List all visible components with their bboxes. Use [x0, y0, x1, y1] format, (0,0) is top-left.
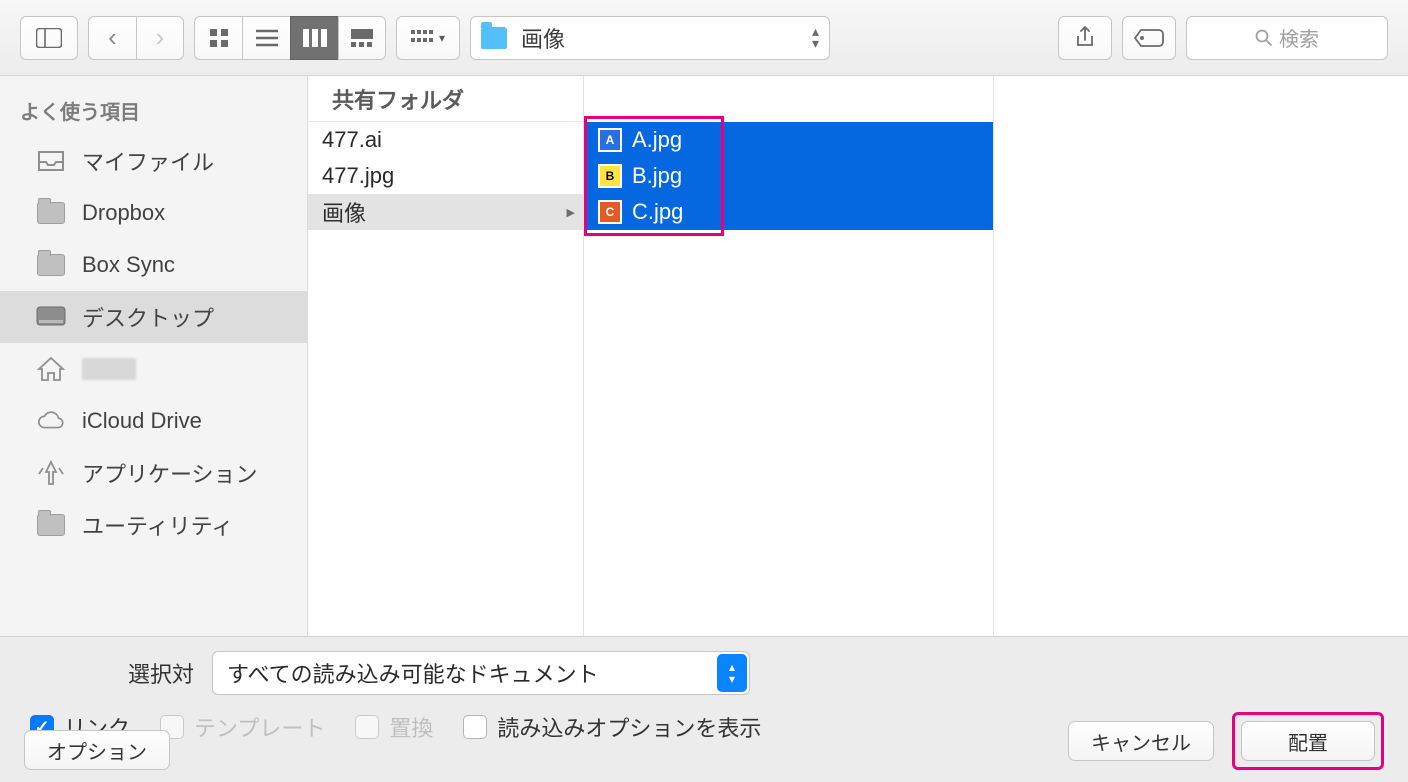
place-button[interactable]: 配置 [1241, 721, 1375, 761]
cancel-button[interactable]: キャンセル [1068, 721, 1214, 761]
sidebar-item-desktop[interactable]: デスクトップ [0, 291, 307, 343]
chevron-right-icon: › [156, 22, 165, 53]
bottom-panel: 選択対 すべての読み込み可能なドキュメント ▴▾ リンク テンプレート 置換 読… [0, 636, 1408, 782]
path-chevrons-icon: ▴▾ [812, 26, 819, 48]
image-thumb-icon: B [598, 164, 622, 188]
gallery-icon [351, 29, 373, 47]
sidebar-item-boxsync[interactable]: Box Sync [0, 239, 307, 291]
file-name: B.jpg [632, 163, 682, 189]
column-header: 共有フォルダ [308, 76, 583, 122]
sidebar-item-label: Dropbox [82, 200, 165, 226]
gallery-view-button[interactable] [338, 16, 386, 60]
chevron-left-icon: ‹ [108, 22, 117, 53]
list-icon [256, 29, 278, 47]
arrange-button[interactable]: ▾ [396, 16, 460, 60]
options-button-label: オプション [47, 736, 147, 765]
list-item[interactable]: 477.ai [308, 122, 583, 158]
cancel-button-label: キャンセル [1091, 727, 1191, 756]
sidebar-item-icloud[interactable]: iCloud Drive [0, 395, 307, 447]
file-name: C.jpg [632, 199, 683, 225]
select-value: すべての読み込み可能なドキュメント [227, 657, 599, 689]
sidebar-item-label: iCloud Drive [82, 408, 202, 434]
replace-checkbox [355, 715, 379, 739]
desktop-icon [36, 304, 66, 330]
file-type-select[interactable]: すべての読み込み可能なドキュメント ▴▾ [212, 651, 750, 695]
select-stepper-icon: ▴▾ [717, 654, 747, 692]
list-item[interactable]: C C.jpg [584, 194, 993, 230]
tag-icon [1134, 28, 1164, 48]
nav-group: ‹ › [88, 16, 184, 60]
column-header-empty [584, 76, 993, 122]
column-1: 共有フォルダ 477.ai 477.jpg 画像 [308, 76, 584, 636]
sidebar-item-label: ユーティリティ [82, 509, 233, 541]
list-item[interactable]: 477.jpg [308, 158, 583, 194]
filter-label: 選択対 [24, 657, 194, 689]
folder-icon [36, 200, 66, 226]
file-name: A.jpg [632, 127, 682, 153]
arrange-icon [411, 30, 435, 46]
path-bar[interactable]: 画像 ▴▾ [470, 16, 830, 60]
cloud-icon [36, 408, 66, 434]
sidebar-toggle-button[interactable] [20, 16, 78, 60]
sidebar-item-label: Box Sync [82, 252, 175, 278]
options-button[interactable]: オプション [24, 730, 170, 770]
sidebar-item-label: アプリケーション [82, 457, 258, 489]
image-thumb-icon: C [598, 200, 622, 224]
list-item[interactable]: A A.jpg [584, 122, 993, 158]
search-placeholder: 検索 [1279, 23, 1319, 52]
sidebar-item-label: デスクトップ [82, 301, 214, 333]
list-item-folder[interactable]: 画像 [308, 194, 583, 230]
share-icon [1075, 26, 1095, 50]
forward-button[interactable]: › [136, 16, 184, 60]
sidebar-item-myfiles[interactable]: マイファイル [0, 135, 307, 187]
file-name: 477.jpg [322, 163, 394, 189]
tray-icon [36, 148, 66, 174]
replace-checkbox-label: 置換 [389, 711, 433, 743]
sidebar-item-label: マイファイル [82, 145, 214, 177]
sidebar-section-label: よく使う項目 [0, 92, 307, 135]
column-2: A A.jpg B B.jpg C C.jpg [584, 76, 994, 636]
annotation-highlight-box: 配置 [1232, 712, 1384, 770]
list-item[interactable]: B B.jpg [584, 158, 993, 194]
chevron-down-icon: ▾ [439, 31, 445, 45]
sidebar-item-utilities[interactable]: ユーティリティ [0, 499, 307, 551]
show-import-options-checkbox[interactable] [463, 715, 487, 739]
search-field[interactable]: 検索 [1186, 16, 1388, 60]
path-label: 画像 [521, 22, 565, 54]
share-button[interactable] [1058, 16, 1112, 60]
folder-icon [36, 252, 66, 278]
list-view-button[interactable] [242, 16, 290, 60]
sidebar-item-dropbox[interactable]: Dropbox [0, 187, 307, 239]
sidebar-icon [36, 28, 62, 48]
back-button[interactable]: ‹ [88, 16, 136, 60]
view-mode-group [194, 16, 386, 60]
search-icon [1255, 29, 1273, 47]
folder-icon [36, 512, 66, 538]
place-button-label: 配置 [1288, 727, 1328, 756]
main-area: よく使う項目 マイファイル Dropbox Box Sync デスクトップ iC… [0, 76, 1408, 636]
template-checkbox-label: テンプレート [194, 711, 325, 743]
columns-icon [303, 29, 327, 47]
folder-icon [481, 27, 507, 49]
column-3 [994, 76, 1408, 636]
toolbar: ‹ › ▾ 画像 ▴▾ 検索 [0, 0, 1408, 76]
grid-icon [209, 28, 229, 48]
folder-name: 画像 [322, 196, 366, 228]
sidebar-item-applications[interactable]: アプリケーション [0, 447, 307, 499]
image-thumb-icon: A [598, 128, 622, 152]
icon-view-button[interactable] [194, 16, 242, 60]
tags-button[interactable] [1122, 16, 1176, 60]
show-import-options-label: 読み込みオプションを表示 [497, 711, 761, 743]
home-icon [36, 356, 66, 382]
sidebar: よく使う項目 マイファイル Dropbox Box Sync デスクトップ iC… [0, 76, 308, 636]
file-name: 477.ai [322, 127, 382, 153]
column-browser: 共有フォルダ 477.ai 477.jpg 画像 A A.jpg B B.jpg… [308, 76, 1408, 636]
applications-icon [36, 460, 66, 486]
sidebar-item-label [82, 358, 136, 380]
column-view-button[interactable] [290, 16, 338, 60]
sidebar-item-home[interactable] [0, 343, 307, 395]
